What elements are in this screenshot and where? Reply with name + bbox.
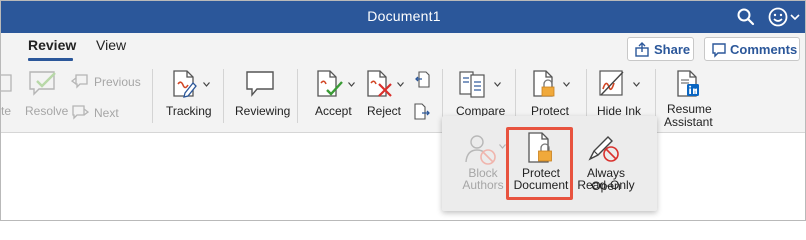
resolve-comment-icon [29, 71, 56, 96]
tracking-label: Tracking [166, 104, 212, 118]
share-icon [635, 42, 649, 57]
chevron-down-icon [203, 82, 210, 87]
chevron-down-icon [563, 82, 570, 87]
comments-button[interactable]: Comments [704, 37, 800, 61]
read-only-pencil-icon [588, 136, 619, 162]
reject-label: Reject [367, 104, 402, 118]
ribbon-separator [152, 69, 153, 123]
chevron-down-icon [348, 82, 355, 87]
protect-lock-icon [533, 70, 555, 97]
accept-label: Accept [315, 104, 352, 118]
previous-comment-icon [71, 74, 88, 89]
title-bar: Document1 [1, 1, 805, 33]
comment-icon [712, 43, 726, 58]
active-tab-indicator [28, 58, 73, 61]
block-authors-icon [465, 135, 496, 165]
resume-assistant-label-2: Assistant [664, 115, 713, 129]
next-comment-icon [72, 105, 89, 120]
reject-change-icon [367, 70, 392, 97]
comments-label: Comments [730, 42, 798, 57]
chevron-down-icon [397, 82, 404, 87]
review-ribbon: te Resolve Previous Next Tracking Review… [1, 63, 805, 133]
feedback-smiley-icon[interactable] [767, 6, 801, 28]
track-changes-icon [173, 70, 197, 98]
ribbon-separator [223, 69, 224, 123]
chevron-down-icon [633, 82, 640, 87]
tab-view[interactable]: View [96, 37, 126, 53]
share-button[interactable]: Share [627, 37, 694, 61]
document-title: Document1 [367, 8, 441, 24]
next-change-icon[interactable] [414, 103, 430, 121]
resolve-label: Resolve [25, 104, 69, 118]
accept-change-icon [317, 70, 343, 97]
previous-change-icon[interactable] [414, 71, 430, 89]
search-icon[interactable] [736, 7, 756, 27]
share-label: Share [654, 42, 691, 57]
resume-assistant-label-1: Resume [667, 102, 712, 116]
linkedin-resume-icon [677, 70, 699, 97]
block-authors-label-2: Authors [462, 178, 504, 192]
word-window: Document1 Review View Share Comments te … [0, 0, 806, 221]
chevron-down-icon [499, 144, 506, 149]
reviewing-pane-icon [246, 71, 274, 97]
hide-ink-icon [599, 70, 624, 96]
delete-label: te [1, 104, 12, 118]
ribbon-separator [586, 69, 587, 123]
chevron-down-icon [494, 82, 501, 87]
ribbon-separator [442, 69, 443, 123]
previous-label: Previous [94, 75, 141, 89]
next-label: Next [94, 106, 119, 120]
tab-review[interactable]: Review [28, 37, 76, 53]
ribbon-separator [515, 69, 516, 123]
ribbon-separator [655, 69, 656, 123]
always-open-label-2: Read-Only [577, 178, 635, 192]
highlight-box [506, 127, 573, 200]
ribbon-tab-row: Review View Share Comments [1, 33, 805, 63]
ribbon-separator [297, 69, 298, 123]
document-canvas[interactable] [1, 133, 805, 220]
compare-documents-icon [459, 71, 485, 98]
reviewing-label: Reviewing [235, 104, 291, 118]
delete-comment-icon [1, 74, 12, 92]
